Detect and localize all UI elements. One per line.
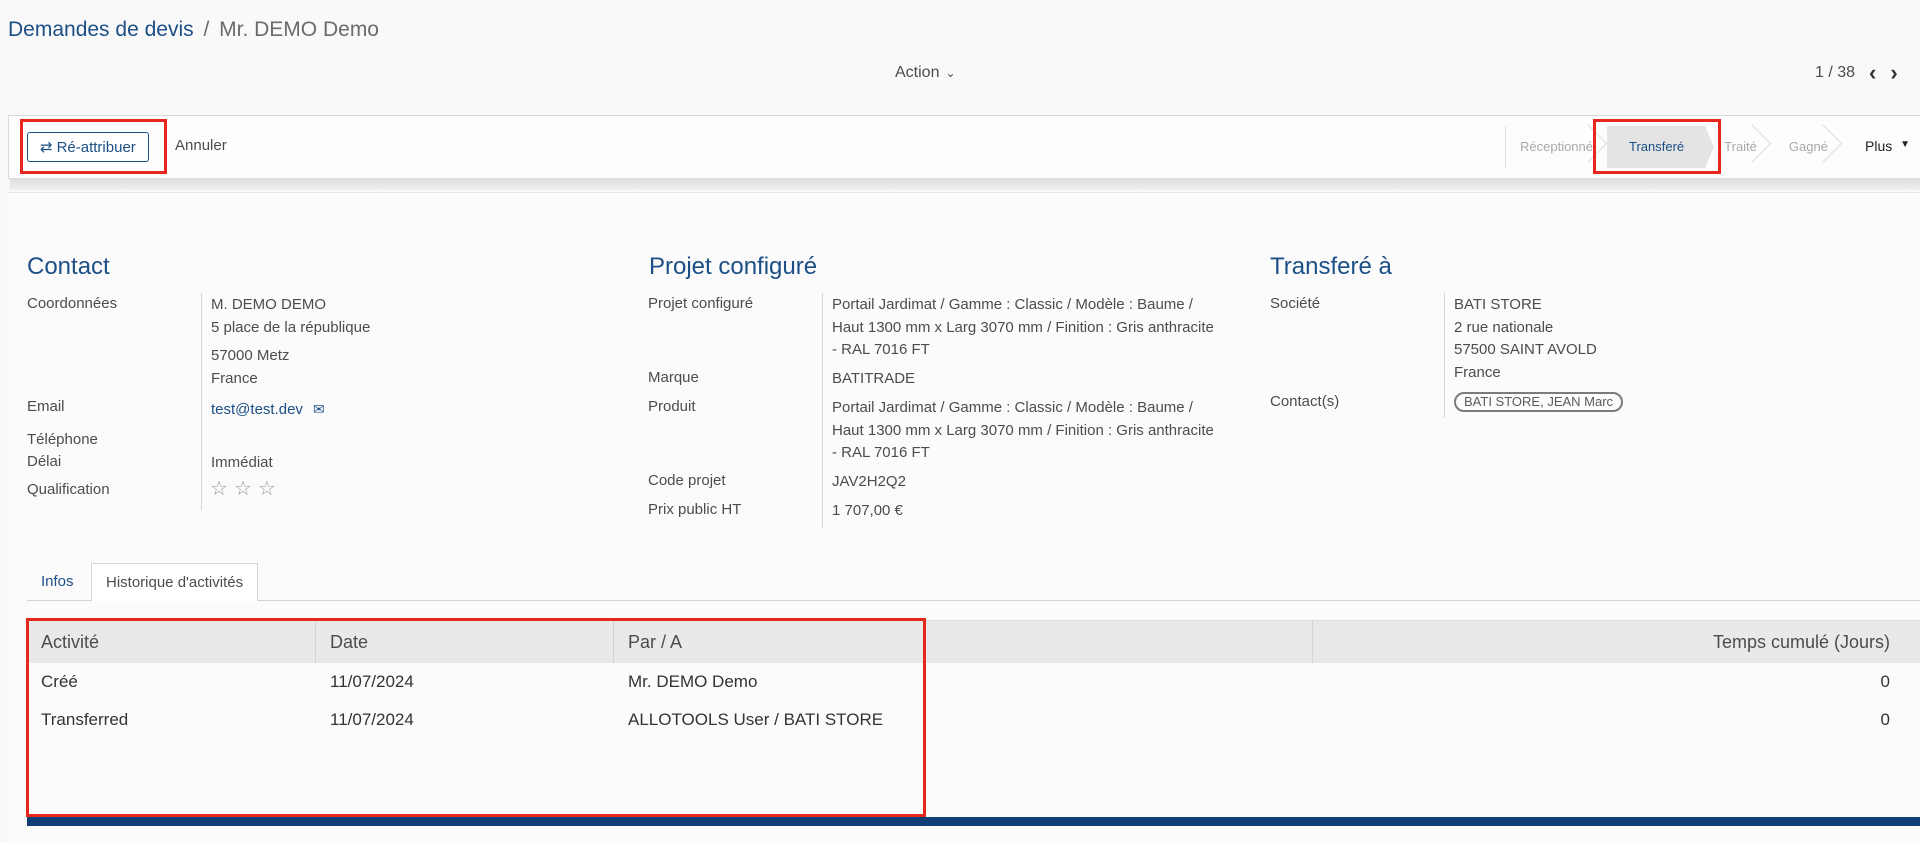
company-country: France (1454, 364, 1501, 381)
contact-divider (201, 293, 202, 510)
contact-address: 5 place de la république (211, 319, 371, 336)
cell-cumulative-time: 0 (1880, 672, 1890, 691)
product-line2: Haut 1300 mm x Larg 3070 mm / Finition :… (832, 422, 1214, 439)
company-zip-city: 57500 SAINT AVOLD (1454, 341, 1597, 358)
breadcrumb-separator: / (203, 18, 210, 41)
action-menu-label: Action (895, 64, 940, 81)
price-value: 1 707,00 € (832, 502, 903, 519)
price-label: Prix public HT (648, 501, 742, 518)
contact-country: France (211, 370, 258, 387)
delay-label: Délai (27, 453, 62, 470)
qualification-label: Qualification (27, 481, 110, 498)
company-link[interactable]: BATI STORE (1454, 293, 1542, 316)
project-label: Projet configuré (648, 295, 754, 312)
highlight-box-stage (1593, 119, 1721, 174)
qualification-rating[interactable]: ☆ ☆ ☆ (210, 476, 276, 501)
company-address: 2 rue nationale (1454, 319, 1554, 336)
delay-value: Immédiat (211, 454, 273, 471)
project-code-value: JAV2H2Q2 (832, 473, 906, 490)
project-link-line2[interactable]: Haut 1300 mm x Larg 3070 mm / Finition :… (832, 316, 1214, 339)
star-outline-icon[interactable]: ☆ (210, 476, 228, 501)
contact-title: Contact (27, 253, 110, 280)
chevron-left-icon[interactable]: ‹ (1869, 62, 1876, 84)
chevron-right-icon[interactable]: › (1890, 62, 1897, 84)
product-line1: Portail Jardimat / Gamme : Classic / Mod… (832, 399, 1193, 416)
email-label: Email (27, 398, 65, 415)
bottom-bar (27, 817, 1920, 826)
control-bar-shadow (10, 178, 1920, 190)
cancel-button[interactable]: Annuler (175, 137, 227, 154)
chevron-down-icon: ⌄ (945, 66, 956, 80)
breadcrumb-root-link[interactable]: Demandes de devis (8, 18, 194, 41)
phone-label: Téléphone (27, 431, 98, 448)
star-outline-icon[interactable]: ☆ (258, 476, 276, 501)
highlight-box-history (26, 618, 926, 817)
stage-received[interactable]: Réceptionné (1506, 124, 1608, 168)
email-link[interactable]: test@test.dev (211, 398, 303, 421)
cell-cumulative-time: 0 (1880, 710, 1890, 729)
contact-name: M. DEMO DEMO (211, 296, 326, 313)
project-code-label: Code projet (648, 472, 726, 489)
reassign-label: Ré-attribuer (56, 138, 136, 156)
transfer-title: Transferé à (1270, 253, 1392, 280)
column-cumulative-time[interactable]: Temps cumulé (Jours) (1313, 621, 1920, 663)
star-outline-icon[interactable]: ☆ (234, 476, 252, 501)
coordonnees-label: Coordonnées (27, 295, 118, 312)
breadcrumb-current: Mr. DEMO Demo (219, 18, 379, 41)
more-stages-dropdown[interactable]: Plus ▼ (1865, 138, 1910, 154)
tab-divider (27, 600, 1920, 601)
company-label: Société (1270, 295, 1321, 312)
contacts-label: Contact(s) (1270, 393, 1340, 410)
refresh-icon: ⇄ (40, 139, 53, 156)
project-link-line1[interactable]: Portail Jardimat / Gamme : Classic / Mod… (832, 293, 1193, 316)
tab-history[interactable]: Historique d'activités (91, 563, 259, 602)
product-line3: - RAL 7016 FT (832, 444, 930, 461)
caret-down-icon: ▼ (1900, 139, 1911, 150)
project-divider (822, 293, 823, 528)
contact-badge[interactable]: BATI STORE, JEAN Marc (1454, 392, 1624, 412)
transfer-divider (1444, 293, 1445, 418)
pager: 1 / 38 ‹ › (1815, 62, 1898, 84)
more-stages-label: Plus (1865, 138, 1893, 154)
brand-value: BATITRADE (832, 370, 916, 387)
pager-value[interactable]: 1 / 38 (1815, 64, 1855, 82)
stage-won[interactable]: Gagné (1771, 124, 1843, 168)
tab-infos[interactable]: Infos (27, 563, 88, 600)
reassign-button[interactable]: ⇄ Ré-attribuer (27, 132, 149, 162)
product-label: Produit (648, 398, 696, 415)
contact-zip-city: 57000 Metz (211, 347, 290, 364)
envelope-icon[interactable]: ✉ (313, 398, 325, 421)
brand-label: Marque (648, 369, 699, 386)
project-title: Projet configuré (649, 253, 818, 280)
project-link-line3[interactable]: - RAL 7016 FT (832, 338, 930, 361)
breadcrumb: Demandes de devis / Mr. DEMO Demo (8, 18, 379, 42)
action-menu-button[interactable]: Action ⌄ (895, 64, 956, 82)
email-field: test@test.dev ✉ (211, 398, 325, 421)
